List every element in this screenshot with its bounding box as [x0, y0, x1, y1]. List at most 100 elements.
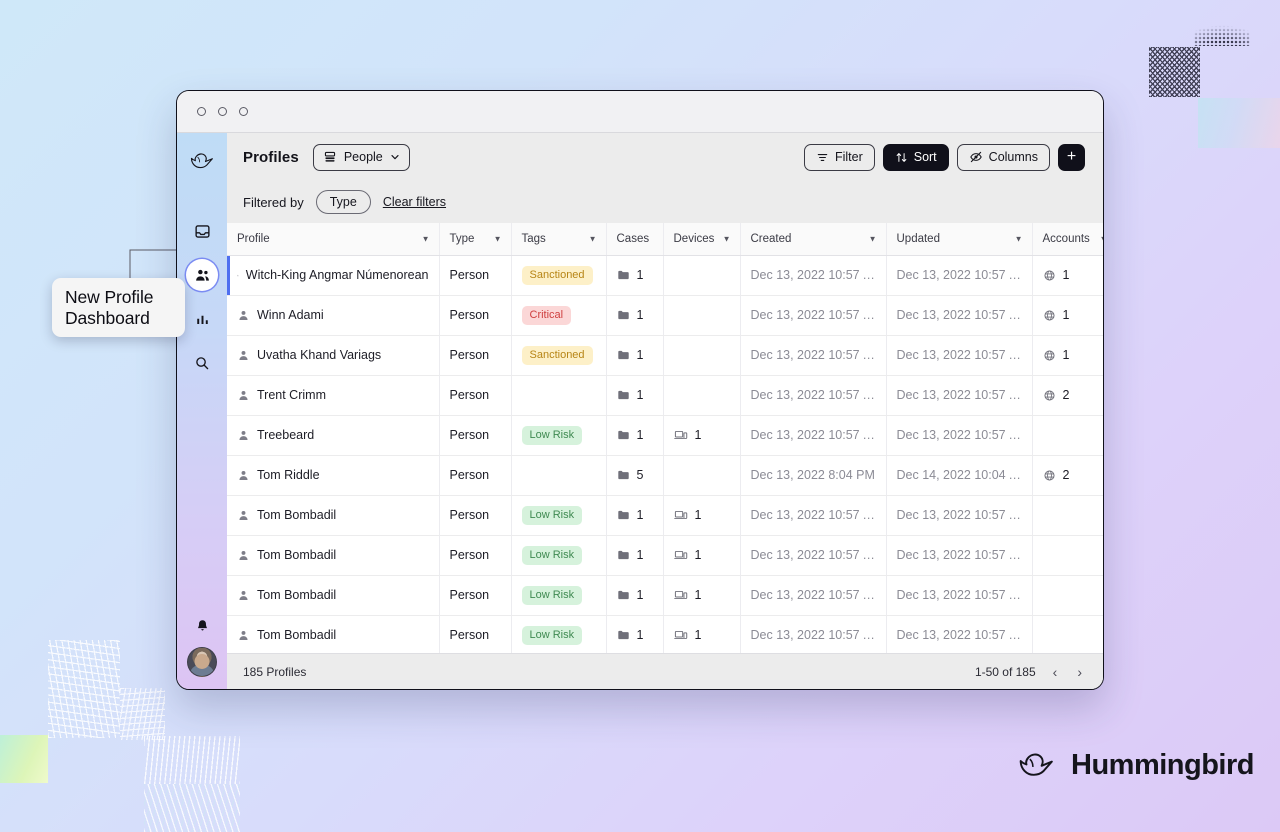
column-sort-caret-icon[interactable]: ▼ — [1100, 234, 1103, 243]
table-cell-tags: Critical — [511, 295, 607, 336]
accounts-cell: 1 — [1043, 308, 1104, 322]
column-sort-caret-icon[interactable]: ▼ — [1015, 234, 1023, 243]
table-cell-created: Dec 13, 2022 10:57 AM — [740, 415, 887, 456]
column-sort-caret-icon[interactable]: ▼ — [494, 234, 502, 243]
profile-type-select[interactable]: People — [312, 143, 410, 171]
column-header-type[interactable]: Type ▼ — [439, 223, 512, 256]
table-cell-type: Person — [439, 455, 512, 496]
table-cell-created: Dec 13, 2022 10:57 AM — [740, 295, 887, 336]
folder-icon — [617, 390, 629, 400]
column-sort-caret-icon[interactable]: ▼ — [723, 234, 731, 243]
filter-button[interactable]: Filter — [803, 143, 875, 171]
inbox-icon — [194, 224, 210, 238]
app-header: Profiles People Filter Sort Columns + — [227, 133, 1103, 181]
avatar[interactable] — [187, 647, 217, 677]
updated-date: Dec 13, 2022 10:57 AM — [896, 548, 1028, 562]
column-header-profile[interactable]: Profile ▼ — [227, 223, 440, 256]
person-icon — [239, 430, 248, 440]
table-cell-type: Person — [439, 415, 512, 456]
column-sort-caret-icon[interactable]: ▼ — [422, 234, 430, 243]
table-row[interactable]: Tom Bombadil Person Low Risk 1 1 Dec 13, 2022… — [227, 575, 1103, 616]
column-sort-caret-icon[interactable]: ▼ — [589, 234, 597, 243]
table-cell-updated: Dec 13, 2022 10:57 AM — [886, 575, 1033, 616]
table-row[interactable]: Tom Riddle Person 5 Dec 13, 2022 8:04 PM Dec… — [227, 455, 1103, 496]
column-sort-caret-icon[interactable]: ▼ — [869, 234, 877, 243]
sidebar-item-inbox[interactable] — [186, 215, 218, 247]
profile-count-label: 185 Profiles — [243, 664, 307, 679]
sort-button[interactable]: Sort — [882, 143, 949, 171]
device-icon — [673, 510, 687, 519]
table-cell-tags — [511, 455, 607, 496]
table-row[interactable]: Trent Crimm Person 1 Dec 13, 2022 10:57 AM D… — [227, 375, 1104, 416]
table-cell-devices: 1 — [663, 535, 741, 576]
table-cell-accounts — [1032, 575, 1103, 616]
folder-icon — [617, 630, 629, 640]
filtered-by-label: Filtered by — [243, 194, 304, 210]
table-cell-type: Person — [439, 575, 512, 616]
person-icon — [239, 630, 248, 640]
table-cell-updated: Dec 13, 2022 10:57 AM — [886, 295, 1033, 336]
table-cell-tags: Sanctioned — [511, 255, 607, 296]
table-cell-devices: 1 — [663, 415, 741, 456]
add-profile-button[interactable]: + — [1058, 143, 1085, 171]
sidebar-item-profiles[interactable] — [186, 259, 218, 291]
table-cell-updated: Dec 13, 2022 10:57 AM — [886, 335, 1033, 376]
created-date: Dec 13, 2022 10:57 AM — [750, 628, 882, 642]
table-row[interactable]: Winn Adami Person Critical 1 Dec 13, 2022 10… — [227, 295, 1104, 336]
column-header-accounts[interactable]: Accounts ▼ — [1032, 223, 1103, 256]
filter-chip-type[interactable]: Type — [315, 190, 371, 214]
table-cell-devices — [663, 335, 741, 376]
column-header-created[interactable]: Created ▼ — [740, 223, 887, 256]
table-row[interactable]: Uvatha Khand Variags Person Sanctioned 1 Dec… — [227, 335, 1103, 376]
accounts-cell: 2 — [1043, 388, 1104, 402]
table-cell-accounts — [1032, 495, 1103, 536]
column-header-tags[interactable]: Tags ▼ — [511, 223, 607, 256]
cases-cell: 1 — [617, 588, 653, 602]
pagination-range-label: 1-50 of 185 — [974, 664, 1036, 679]
table-cell-devices: 1 — [663, 615, 741, 653]
table-cell-profile: Tom Riddle — [227, 455, 440, 496]
table-row[interactable]: Treebeard Person Low Risk 1 1 Dec 13, 2022 10… — [227, 415, 1103, 456]
table-cell-profile: Tom Bombadil — [227, 535, 440, 576]
table-cell-created: Dec 13, 2022 10:57 AM — [740, 375, 887, 416]
device-icon — [673, 430, 687, 439]
table-cell-created: Dec 13, 2022 10:57 AM — [740, 575, 887, 616]
green-gradient-chip — [0, 735, 48, 783]
table-cell-cases: 1 — [606, 495, 664, 536]
sidebar-item-search[interactable] — [186, 347, 218, 379]
filter-button-label: Filter — [834, 150, 863, 164]
table-cell-updated: Dec 13, 2022 10:57 AM — [886, 535, 1033, 576]
table-row[interactable]: Tom Bombadil Person Low Risk 1 1 Dec 13, 2022… — [227, 495, 1103, 536]
person-icon — [239, 510, 248, 520]
profile-cell: Tom Bombadil — [237, 588, 429, 602]
table-cell-profile: Trent Crimm — [227, 375, 440, 416]
pagination-prev-button[interactable]: ‹ — [1050, 664, 1061, 680]
table-row[interactable]: Tom Bombadil Person Low Risk 1 1 Dec 13, 2022… — [227, 535, 1103, 576]
table-cell-updated: Dec 13, 2022 10:57 AM — [886, 615, 1033, 653]
clear-filters-link[interactable]: Clear filters — [383, 195, 446, 209]
table-row[interactable]: Witch-King Angmar Númenorean Person Sancti… — [227, 255, 1103, 296]
folder-icon — [617, 430, 629, 440]
table-cell-updated: Dec 14, 2022 10:04 AM — [886, 455, 1033, 496]
column-header-updated[interactable]: Updated ▼ — [886, 223, 1033, 256]
table-row[interactable]: Tom Bombadil Person Low Risk 1 1 Dec 13, 2022… — [227, 615, 1103, 653]
table-cell-created: Dec 13, 2022 10:57 AM — [740, 255, 887, 296]
updated-date: Dec 13, 2022 10:57 AM — [896, 268, 1028, 282]
globe-icon — [1043, 349, 1055, 361]
column-header-devices[interactable]: Devices ▼ — [663, 223, 741, 256]
notifications-button[interactable] — [189, 613, 215, 639]
window-minimize-icon[interactable] — [218, 107, 227, 116]
cases-count: 1 — [636, 548, 644, 562]
window-maximize-icon[interactable] — [239, 107, 248, 116]
column-header-cases[interactable]: Cases — [606, 223, 664, 256]
devices-cell: 1 — [673, 588, 730, 602]
profile-name: Witch-King Angmar Númenorean — [245, 268, 429, 282]
columns-button[interactable]: Columns — [956, 143, 1050, 171]
pagination-next-button[interactable]: › — [1074, 664, 1085, 680]
table-cell-cases: 1 — [606, 415, 664, 456]
table-cell-profile: Tom Bombadil — [227, 615, 440, 653]
type-value: Person — [449, 268, 490, 282]
window-close-icon[interactable] — [197, 107, 206, 116]
cases-count: 1 — [636, 308, 644, 322]
sidebar-item-reports[interactable] — [186, 303, 218, 335]
